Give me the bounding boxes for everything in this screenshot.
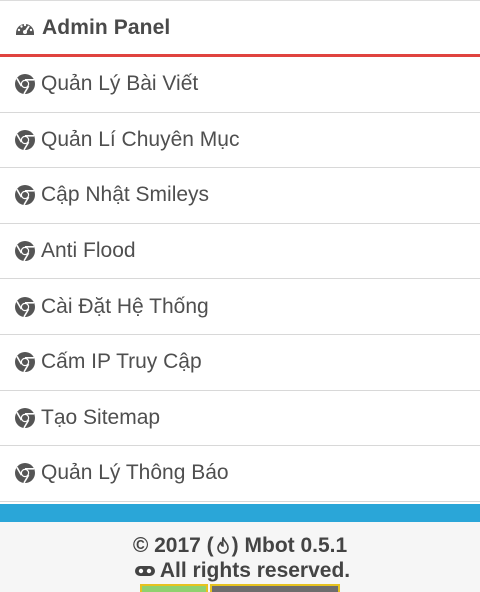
menu-item-label: Anti Flood: [41, 239, 136, 263]
menu-item-label: Tạo Sitemap: [41, 405, 161, 429]
copyright-suffix: ) Mbot 0.5.1: [231, 534, 348, 557]
chrome-icon: [14, 184, 36, 206]
menu-item-notifications[interactable]: Quản Lý Thông Báo: [0, 446, 480, 502]
dashboard-icon: [14, 17, 36, 39]
menu-item-label: Quản Lý Thông Báo: [41, 461, 229, 485]
menu-item-smileys[interactable]: Cập Nhật Smileys: [0, 168, 480, 224]
rights-line: All rights reserved.: [0, 559, 480, 583]
chrome-icon: [14, 296, 36, 318]
chrome-icon: [14, 240, 36, 262]
footer-badges[interactable]: [140, 584, 340, 592]
counter-badge[interactable]: [210, 584, 340, 592]
menu-item-ip-ban[interactable]: Cấm IP Truy Cập: [0, 334, 480, 391]
menu-item-label: Cấm IP Truy Cập: [41, 350, 202, 374]
chrome-icon: [14, 407, 36, 429]
menu-item-label: Cập Nhật Smileys: [41, 183, 210, 207]
menu-item-label: Quản Lí Chuyên Mục: [41, 127, 240, 151]
menu-item-posts[interactable]: Quản Lý Bài Viết: [0, 57, 480, 113]
menu-item-categories[interactable]: Quản Lí Chuyên Mục: [0, 112, 480, 169]
admin-panel-header: Admin Panel: [0, 0, 480, 57]
copyright-line: © 2017 ( ) Mbot 0.5.1: [0, 534, 480, 558]
menu-item-anti-flood[interactable]: Anti Flood: [0, 223, 480, 280]
chrome-icon: [14, 129, 36, 151]
copyright-prefix: © 2017 (: [132, 534, 214, 557]
footer: © 2017 ( ) Mbot 0.5.1 All rights reserve…: [0, 522, 480, 592]
chrome-icon: [14, 351, 36, 373]
menu-item-label: Cài Đặt Hệ Thống: [41, 294, 209, 318]
accent-bar: [0, 504, 480, 522]
menu-item-sitemap[interactable]: Tạo Sitemap: [0, 390, 480, 447]
counter-badge[interactable]: [140, 584, 208, 592]
menu-item-system-settings[interactable]: Cài Đặt Hệ Thống: [0, 279, 480, 335]
chrome-icon: [14, 462, 36, 484]
menu-item-label: Quản Lý Bài Viết: [41, 72, 199, 96]
admin-menu: Quản Lý Bài Viết Quản Lí Chuyên Mục Cập …: [0, 57, 480, 502]
fire-icon: [215, 537, 231, 555]
chrome-icon: [14, 73, 36, 95]
gamepad-icon: [134, 564, 156, 578]
page-title: Admin Panel: [42, 15, 171, 39]
rights-text: All rights reserved.: [159, 559, 351, 582]
